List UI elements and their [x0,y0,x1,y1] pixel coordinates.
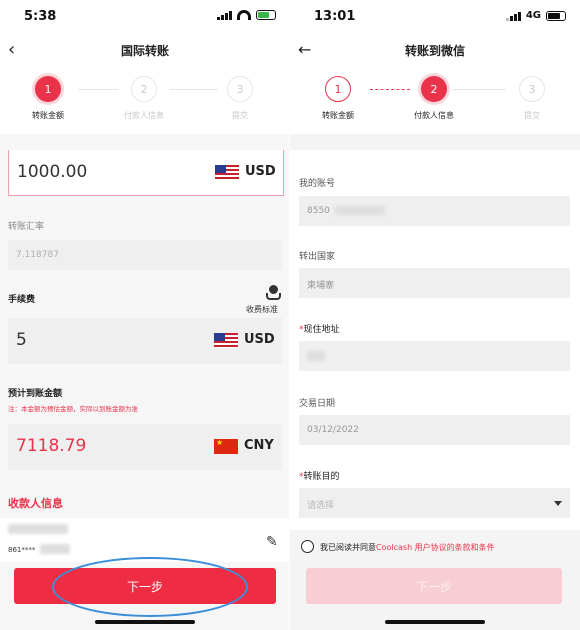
step-1: 1 转账金额 [300,76,376,121]
purpose-select[interactable]: 请选择 [299,488,570,518]
status-time: 5:38 [24,9,57,24]
step-1: 1 转账金额 [10,76,86,121]
page-title: 转账到微信 [404,44,465,58]
address-redacted [307,351,325,361]
amount-input[interactable]: 1000.00 USD [8,150,284,196]
step-1-label: 转账金额 [322,111,354,120]
payee-account-redacted [40,544,70,554]
battery-icon [256,10,276,20]
receive-currency: CNY [244,438,274,453]
stepper: 1 转账金额 2 付款人信息 3 提交 [0,64,290,134]
page-title: 国际转账 [120,44,169,58]
fee-field: 5 USD [8,318,282,364]
step-1-label: 转账金额 [32,111,64,120]
country-label: 转出国家 [299,252,336,262]
signal-icon [217,10,232,20]
receive-field: 7118.79 CNY [8,424,282,470]
payee-name-redacted [8,524,68,534]
step-2-label: 付款人信息 [124,111,164,120]
address-input[interactable] [299,341,570,371]
step-3: 3 提交 [202,76,278,121]
step-3: 3 提交 [494,76,570,121]
receive-note: 注：本金额为预估金额，实际以到账金额为准 [8,405,138,413]
wifi-icon [237,10,251,20]
next-button[interactable]: 下一步 [306,568,562,604]
step-3-label: 提交 [232,111,248,120]
agreement-checkbox[interactable] [301,540,314,553]
home-indicator [95,620,195,624]
battery-icon [546,10,566,21]
date-label: 交易日期 [299,399,336,409]
agreement-prefix: 我已阅读并同意 [320,543,376,552]
date-field: 03/12/2022 [299,415,570,445]
fee-label: 手续费 [8,295,36,305]
date-value: 03/12/2022 [307,425,359,435]
rate-label: 转账汇率 [8,222,45,232]
agreement-link[interactable]: Coolcash 用户协议的条款和条件 [376,543,495,552]
china-flag-icon [214,438,238,454]
signal-icon [505,11,521,21]
amount-currency: USD [245,164,276,179]
agreement-text: 我已阅读并同意Coolcash 用户协议的条款和条件 [320,542,495,553]
account-label: 我的账号 [299,179,336,189]
fee-currency: USD [244,332,275,347]
payee-section-title: 收款人信息 [8,497,63,510]
us-flag-icon [215,165,239,180]
purpose-placeholder: 请选择 [307,501,335,511]
account-value: 8550 [307,206,330,216]
left-screen: 5:38 ‹ 国际转账 1 转账金额 2 付款人信息 3 提交 1000.00 … [0,0,290,630]
purpose-label-text: 转账目的 [303,472,340,482]
home-indicator [385,620,485,624]
step-3-label: 提交 [524,111,540,120]
account-field: 8550 [299,196,570,226]
payee-card: 861**** ✎ [0,518,290,562]
step-2-label: 付款人信息 [414,111,454,120]
receive-label: 预计到账金额 [8,389,63,399]
status-icons: 4G [505,10,566,21]
right-screen: 13:01 4G ← 转账到微信 1 转账金额 2 付款人信息 3 提交 我的账… [290,0,580,630]
step-1-circle: 1 [325,76,351,102]
status-bar: 13:01 4G [290,0,580,36]
fee-value: 5 [16,330,27,350]
rate-field: 7.118787 [8,240,282,270]
status-icons [217,10,276,20]
payee-account: 861**** [8,546,36,554]
address-label-text: 现住地址 [303,325,340,335]
stepper: 1 转账金额 2 付款人信息 3 提交 [290,64,580,134]
status-time: 13:01 [314,9,356,24]
chevron-down-icon [554,501,562,506]
account-redacted [335,206,385,215]
status-bar: 5:38 [0,0,290,36]
nav-bar: ← 转账到微信 [290,36,580,64]
amount-value: 1000.00 [17,162,88,182]
receive-value: 7118.79 [16,436,87,456]
step-3-circle: 3 [227,76,253,102]
purpose-label: *转账目的 [299,469,340,482]
address-label: *现住地址 [299,322,340,335]
country-value: 柬埔寨 [307,281,335,291]
fee-standard-icon[interactable] [266,285,282,301]
us-flag-icon [214,333,238,348]
nav-bar: ‹ 国际转账 [0,36,290,64]
network-type: 4G [525,10,541,21]
country-field: 柬埔寨 [299,268,570,298]
pencil-icon[interactable]: ✎ [266,534,278,550]
step-2-circle: 2 [131,76,157,102]
fee-standard-link[interactable]: 收费标准 [246,304,278,315]
step-2-circle: 2 [421,76,447,102]
step-1-circle: 1 [35,76,61,102]
step-2: 2 付款人信息 [396,76,472,121]
rate-value: 7.118787 [16,250,59,260]
step-2: 2 付款人信息 [106,76,182,121]
step-3-circle: 3 [519,76,545,102]
annotation-circle [52,557,248,617]
